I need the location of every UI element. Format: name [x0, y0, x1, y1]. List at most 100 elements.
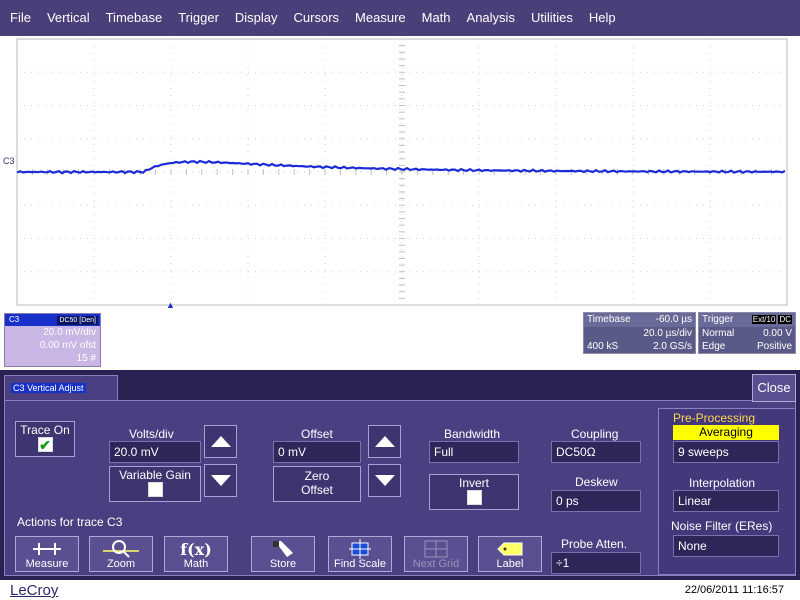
variable-gain-toggle[interactable]: Variable Gain [109, 466, 201, 502]
menu-utilities[interactable]: Utilities [523, 0, 581, 36]
timebase-time-per-div: 20.0 µs/div [643, 328, 692, 339]
variable-gain-checkbox[interactable] [147, 482, 163, 497]
invert-label: Invert [458, 476, 489, 490]
zero-offset-button[interactable]: Zero Offset [273, 466, 361, 502]
offset-field[interactable]: 0 mV [273, 441, 361, 463]
brand-logo: LeCroy [10, 582, 59, 599]
probe-atten-label: Probe Atten. [561, 537, 628, 551]
trigger-mode: Normal [702, 328, 735, 339]
deskew-label: Deskew [575, 475, 618, 489]
probe-atten-field[interactable]: ÷1 [551, 552, 641, 574]
volts-div-field[interactable]: 20.0 mV [109, 441, 201, 463]
find-scale-button[interactable]: Find Scale [328, 536, 392, 572]
channel-descriptor-c3[interactable]: C3 DC50 [Den] 20.0 mV/div 0.00 mV ofst 1… [4, 313, 101, 367]
arrow-up-icon [210, 436, 231, 447]
trigger-source: Ext/10 [751, 315, 777, 324]
next-grid-label: Next Grid [412, 558, 460, 570]
dialog-body: Trace On ✔ Volts/div 20.0 mV Variable Ga… [4, 400, 796, 576]
math-fx-icon: f(x) [180, 539, 212, 559]
noise-filter-select[interactable]: None [673, 535, 779, 557]
deskew-field[interactable]: 0 ps [551, 490, 641, 512]
waveform-grid[interactable]: C3 ▲ [0, 36, 800, 310]
averaging-sweeps-field[interactable]: 9 sweeps [673, 441, 779, 463]
find-scale-icon [329, 539, 391, 559]
pre-processing-label: Pre-Processing [673, 411, 756, 425]
trigger-descriptor[interactable]: Trigger Ext/10 DC Normal 0.00 V Edge Posi… [698, 312, 796, 354]
menu-timebase[interactable]: Timebase [98, 0, 171, 36]
menu-vertical[interactable]: Vertical [39, 0, 98, 36]
timebase-delay: -60.0 µs [655, 314, 692, 325]
zoom-button[interactable]: Zoom [89, 536, 153, 572]
interpolation-label: Interpolation [689, 476, 756, 490]
arrow-down-icon [210, 475, 231, 486]
math-label: Math [183, 558, 209, 570]
trigger-position-icon: ▲ [166, 300, 175, 310]
trigger-row-2: Edge Positive [699, 340, 795, 353]
store-button[interactable]: Store [251, 536, 315, 572]
menu-help[interactable]: Help [581, 0, 624, 36]
volts-div-label: Volts/div [129, 427, 174, 441]
menu-display[interactable]: Display [227, 0, 286, 36]
averaging-header: Averaging [673, 425, 779, 440]
label-tag-icon [479, 539, 541, 559]
channel-offset: 0.00 mV ofst [39, 340, 96, 351]
tab-label: C3 Vertical Adjust [11, 383, 86, 393]
check-icon: ✔ [39, 437, 51, 453]
trigger-row-1: Normal 0.00 V [699, 327, 795, 340]
offset-label: Offset [301, 427, 333, 441]
store-icon [252, 539, 314, 559]
zoom-icon [90, 539, 152, 559]
zero-offset-label-1: Zero [304, 469, 330, 483]
menu-math[interactable]: Math [414, 0, 459, 36]
timebase-rate: 2.0 GS/s [653, 341, 692, 352]
trace-on-label: Trace On [20, 423, 70, 437]
trigger-type: Edge [702, 341, 726, 352]
volts-div-down-button[interactable] [204, 464, 237, 497]
invert-toggle[interactable]: Invert [429, 474, 519, 510]
label-button[interactable]: Label [478, 536, 542, 572]
date-time: 22/06/2011 11:16:57 [684, 584, 784, 596]
trace-on-toggle[interactable]: Trace On ✔ [15, 421, 75, 457]
timebase-header: Timebase -60.0 µs [584, 313, 695, 327]
menu-trigger[interactable]: Trigger [170, 0, 227, 36]
coupling-select[interactable]: DC50Ω [551, 441, 641, 463]
channel-descriptor-header: C3 DC50 [Den] [5, 314, 100, 326]
bandwidth-select[interactable]: Full [429, 441, 519, 463]
variable-gain-label: Variable Gain [119, 468, 191, 482]
volts-div-up-button[interactable] [204, 425, 237, 458]
trigger-header: Trigger Ext/10 DC [699, 313, 795, 327]
noise-filter-label: Noise Filter (ERes) [671, 519, 773, 533]
measure-button[interactable]: Measure [15, 536, 79, 572]
arrow-up-icon [374, 436, 395, 447]
trace-level-marker: C3 [3, 156, 15, 166]
measure-icon [16, 539, 78, 559]
zoom-label: Zoom [106, 558, 136, 570]
timebase-descriptor[interactable]: Timebase -60.0 µs 20.0 µs/div 400 kS 2.0… [583, 312, 696, 354]
trigger-coupling: DC [778, 315, 792, 324]
zero-offset-label-2: Offset [301, 483, 333, 497]
pre-processing-panel: Pre-Processing Averaging 9 sweeps Interp… [658, 408, 796, 575]
math-button[interactable]: f(x) Math [164, 536, 228, 572]
find-scale-label: Find Scale [334, 558, 386, 570]
next-grid-button[interactable]: Next Grid [404, 536, 468, 572]
trace-on-checkbox[interactable]: ✔ [37, 437, 53, 453]
menu-analysis[interactable]: Analysis [459, 0, 523, 36]
oscilloscope-screen: File Vertical Timebase Trigger Display C… [0, 0, 800, 600]
offset-up-button[interactable] [368, 425, 401, 458]
timebase-row-1: 20.0 µs/div [584, 327, 695, 340]
trigger-slope: Positive [756, 341, 792, 352]
arrow-down-icon [374, 475, 395, 486]
interpolation-select[interactable]: Linear [673, 490, 779, 512]
timebase-title: Timebase [587, 314, 631, 325]
menu-cursors[interactable]: Cursors [286, 0, 348, 36]
close-button[interactable]: Close [752, 374, 796, 402]
offset-down-button[interactable] [368, 464, 401, 497]
invert-checkbox[interactable] [466, 490, 482, 505]
channel-sweeps: 15 # [76, 353, 96, 364]
store-label: Store [269, 558, 297, 570]
vertical-adjust-dialog: C3 Vertical Adjust Trace On ✔ Volts/div … [0, 370, 800, 580]
tab-c3-vertical-adjust[interactable]: C3 Vertical Adjust [4, 375, 118, 401]
bandwidth-label: Bandwidth [444, 427, 501, 441]
menu-file[interactable]: File [2, 0, 39, 36]
menu-measure[interactable]: Measure [347, 0, 414, 36]
